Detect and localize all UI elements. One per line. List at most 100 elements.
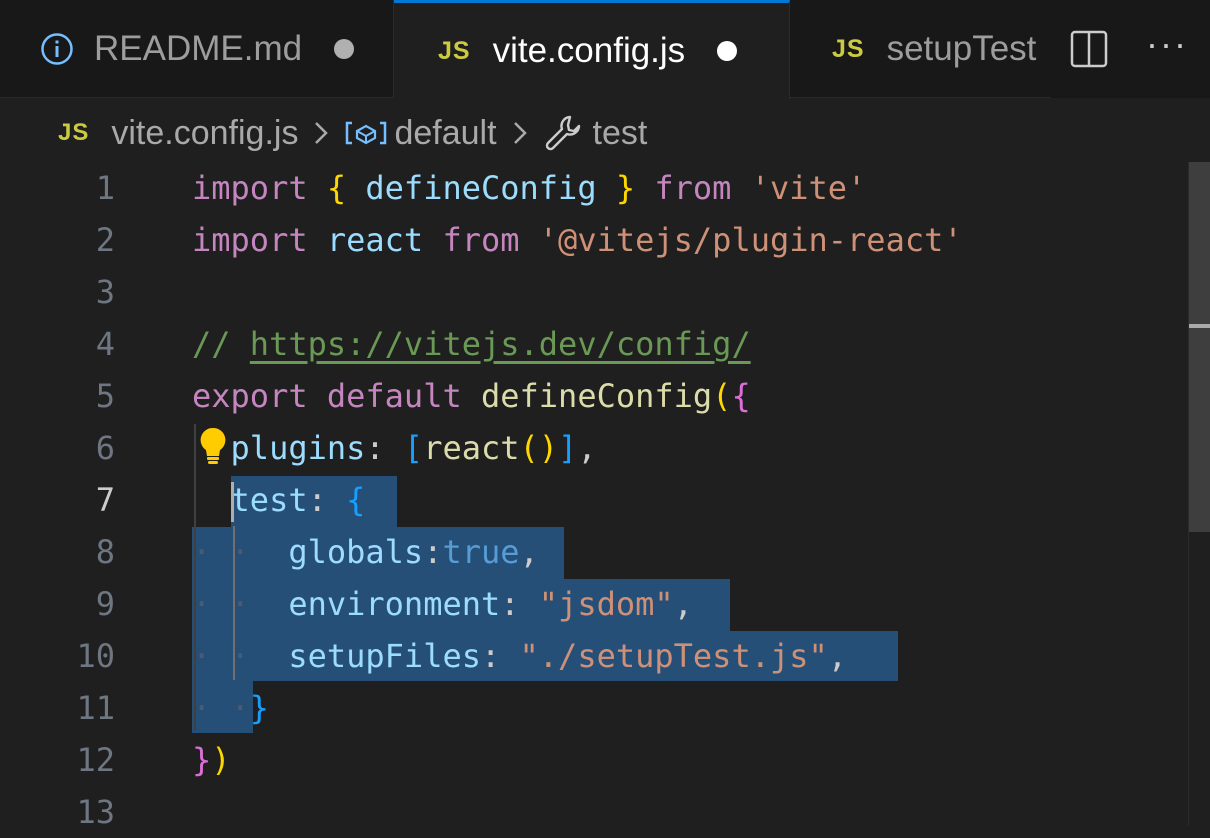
code-token: import	[192, 169, 308, 207]
code-line: 4 // https://vitejs.dev/config/	[0, 318, 1188, 370]
js-icon: JS	[438, 36, 471, 65]
code-token: · ·	[192, 585, 270, 623]
info-icon	[40, 32, 74, 66]
chevron-right-icon	[310, 118, 332, 148]
line-code: export default defineConfig({	[192, 370, 751, 422]
breadcrumb-symbol[interactable]: default	[394, 114, 496, 153]
code-token: setupFiles	[288, 637, 481, 675]
code-token: [	[403, 429, 424, 467]
code-token: globals	[288, 533, 424, 571]
code-token: "jsdom"	[538, 585, 674, 623]
code-line: 3	[0, 266, 1188, 318]
code-token: test	[230, 481, 308, 519]
unsaved-dot-icon[interactable]	[334, 39, 355, 59]
wrench-icon	[543, 113, 583, 153]
line-number: 7	[95, 481, 115, 519]
code-token: true	[442, 533, 520, 571]
vertical-scrollbar[interactable]	[1188, 162, 1210, 826]
code-line: 2 import react from '@vitejs/plugin-react…	[0, 214, 1188, 266]
code-token: }	[192, 741, 212, 779]
cursor-position-marker	[1189, 324, 1210, 328]
line-code: · · environment: "jsdom",	[192, 578, 693, 630]
tab-label: vite.config.js	[492, 31, 686, 70]
code-token: "./setupTest.js"	[519, 637, 828, 675]
line-code: · · globals:true,	[192, 526, 539, 578]
js-icon: JS	[832, 34, 865, 63]
code-token: )	[211, 741, 231, 779]
code-token: export	[192, 377, 308, 415]
code-token: (	[712, 377, 732, 415]
code-editor[interactable]: 1 import { defineConfig } from 'vite' 2 im…	[0, 162, 1188, 831]
variable-symbol-icon	[344, 118, 388, 148]
breadcrumb-property[interactable]: test	[593, 114, 648, 153]
line-number: 3	[95, 273, 115, 311]
code-token: 'vite'	[750, 169, 867, 207]
code-line: 10 · · setupFiles: "./setupTest.js",	[0, 630, 1188, 682]
text-cursor	[231, 482, 234, 522]
line-number: 10	[76, 637, 115, 675]
line-number: 8	[95, 533, 115, 571]
tab-label: README.md	[94, 29, 303, 68]
line-code: test: {	[192, 474, 366, 526]
tab-setuptest[interactable]: JS setupTest	[790, 0, 1048, 98]
unsaved-dot-icon[interactable]	[717, 41, 738, 61]
code-token: react	[307, 221, 443, 259]
code-token: }	[249, 689, 270, 727]
line-number: 12	[76, 741, 115, 779]
code-token: :	[423, 533, 443, 571]
line-number: 11	[76, 689, 115, 727]
code-token: defineConfig	[346, 169, 616, 207]
tab-label: setupTest	[886, 29, 1037, 68]
more-actions-icon[interactable]: ···	[1146, 26, 1188, 72]
tab-readme[interactable]: README.md	[0, 0, 394, 98]
code-token: }	[615, 169, 636, 207]
split-editor-icon[interactable]	[1070, 30, 1108, 68]
line-number: 6	[95, 429, 115, 467]
line-code: import react from '@vitejs/plugin-react'	[192, 214, 963, 266]
scrollbar-thumb[interactable]	[1189, 162, 1210, 532]
code-line: 5 export default defineConfig({	[0, 370, 1188, 422]
line-code: plugins: [react()],	[192, 422, 597, 474]
editor-actions: ···	[1050, 0, 1210, 98]
code-token: import	[192, 221, 308, 259]
code-token: ,	[519, 533, 539, 571]
line-number: 13	[76, 793, 115, 831]
tab-vite-config[interactable]: JS vite.config.js	[394, 0, 790, 99]
code-line-current: 7 test: {	[0, 474, 1188, 526]
code-token: ]	[558, 429, 578, 467]
breadcrumb-file[interactable]: vite.config.js	[111, 114, 298, 153]
code-token: ,	[673, 585, 693, 623]
code-token: react	[423, 429, 520, 467]
code-token: :	[365, 429, 404, 467]
code-token: ,	[577, 429, 597, 467]
code-token: {	[326, 169, 347, 207]
code-line: 11 · ·}	[0, 682, 1188, 734]
code-token: :	[500, 585, 539, 623]
code-token: environment	[288, 585, 501, 623]
code-token: {	[346, 481, 366, 519]
code-token: from	[654, 169, 732, 207]
code-line: 8 · · globals:true,	[0, 526, 1188, 578]
code-token: //	[192, 325, 250, 363]
line-number: 5	[95, 377, 115, 415]
lightbulb-icon[interactable]	[198, 426, 228, 474]
code-token: https://vitejs.dev/config/	[249, 325, 751, 363]
code-token: plugins	[230, 429, 366, 467]
line-number: 2	[95, 221, 115, 259]
code-line: 12})	[0, 734, 1188, 786]
line-number: 1	[95, 169, 115, 207]
code-token: ,	[827, 637, 848, 675]
line-code: · ·}	[192, 682, 269, 734]
line-code: · · setupFiles: "./setupTest.js",	[192, 630, 847, 682]
code-line: 13	[0, 786, 1188, 838]
code-token: :	[307, 481, 347, 519]
code-token: from	[442, 221, 520, 259]
line-code: // https://vitejs.dev/config/	[192, 318, 751, 370]
chevron-right-icon	[509, 118, 531, 148]
